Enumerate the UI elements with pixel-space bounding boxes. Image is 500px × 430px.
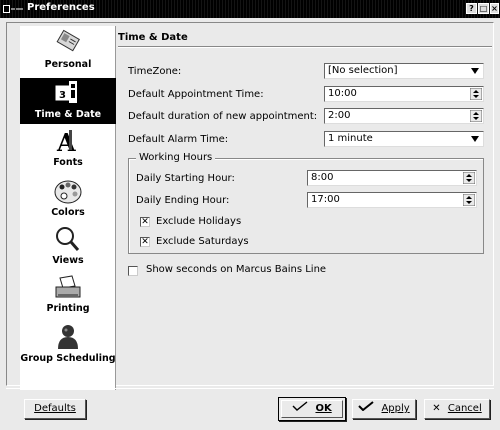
starting-hour-value: 8:00 [311,172,334,183]
sidebar-item-printing[interactable]: Printing [20,272,116,320]
sidebar-item-label: Fonts [53,157,83,168]
chevron-down-icon [471,68,479,74]
exclude-saturdays-label: Exclude Saturdays [156,236,249,247]
alarm-time-dropdown[interactable]: 1 minute [324,131,484,147]
duration-value: 2:00 [328,110,351,121]
show-seconds-label: Show seconds on Marcus Bains Line [146,264,327,275]
sidebar-item-label: Printing [46,303,90,314]
close-icon: ✕ [432,403,441,414]
close-button[interactable]: × [490,3,499,14]
help-button[interactable]: ? [466,3,477,14]
sidebar-item-label: Views [52,255,84,266]
apply-button[interactable]: Apply [352,399,416,419]
chevron-down-icon [471,136,479,142]
button-bar-separator [6,388,494,389]
spinner-arrows-icon[interactable] [470,88,482,100]
sidebar-item-fonts[interactable]: A Fonts [20,126,116,174]
alarm-time-value: 1 minute [328,133,373,144]
svg-text:A: A [56,128,76,156]
checkmark-icon [292,401,308,416]
group-person-icon [20,322,116,352]
working-hours-group: Working Hours Daily Starting Hour: 8:00 … [128,152,484,254]
appointment-time-label: Default Appointment Time: [128,89,264,100]
appointment-time-value: 10:00 [328,88,357,99]
window-menu-icon[interactable] [2,2,24,16]
alarm-time-label: Default Alarm Time: [128,134,229,145]
cancel-label: Cancel [447,403,482,414]
sidebar-item-time-date[interactable]: 3 Time & Date [20,78,116,124]
svg-text:3: 3 [59,90,66,101]
spinner-arrows-icon[interactable] [463,194,475,206]
sidebar-item-colors[interactable]: Colors [20,176,116,224]
sidebar-item-label: Time & Date [34,109,102,120]
fonts-icon: A [20,126,116,157]
duration-label: Default duration of new appointment: [128,111,318,122]
calendar-clock-icon: 3 [20,78,116,108]
ok-label: OK [315,403,332,414]
exclude-holidays-label: Exclude Holidays [156,216,242,227]
exclude-holidays-checkbox[interactable]: ✕ [140,217,150,227]
sidebar-item-group-scheduling[interactable]: Group Scheduling [20,322,116,370]
ending-hour-spinner[interactable]: 17:00 [307,192,477,208]
ending-hour-label: Daily Ending Hour: [136,195,230,206]
window-title: Preferences [27,2,95,13]
spinner-arrows-icon[interactable] [470,110,482,122]
duration-spinner[interactable]: 2:00 [324,108,484,124]
preferences-window: Preferences ? □ × Personal 3 Time & Date… [0,0,500,430]
defaults-button[interactable]: Defaults [24,399,86,419]
section-title: Time & Date [118,32,188,43]
timezone-dropdown[interactable]: [No selection] [324,63,484,79]
maximize-button[interactable]: □ [478,3,489,14]
starting-hour-label: Daily Starting Hour: [136,173,235,184]
ending-hour-value: 17:00 [311,194,340,205]
spinner-arrows-icon[interactable] [463,172,475,184]
printer-icon [20,272,116,302]
defaults-label: Defaults [34,403,76,414]
sidebar-item-personal[interactable]: Personal [20,28,116,78]
title-bar[interactable]: Preferences ? □ × [0,0,500,18]
personal-card-icon [20,28,116,58]
appointment-time-spinner[interactable]: 10:00 [324,86,484,102]
section-divider [118,46,492,48]
timezone-value: [No selection] [328,65,398,76]
timezone-label: TimeZone: [128,66,182,77]
starting-hour-spinner[interactable]: 8:00 [307,170,477,186]
sidebar-item-label: Group Scheduling [20,353,116,364]
settings-panel: Time & Date TimeZone: [No selection] Def… [118,26,494,388]
magnifier-icon [20,224,116,254]
category-sidebar: Personal 3 Time & Date A Fonts Colors Vi… [20,26,116,390]
checkmark-icon [358,400,374,418]
exclude-saturdays-checkbox[interactable]: ✕ [140,237,150,247]
show-seconds-checkbox[interactable] [128,266,138,276]
apply-label: Apply [381,403,410,414]
sidebar-item-views[interactable]: Views [20,224,116,272]
working-hours-legend: Working Hours [136,152,216,163]
ok-button[interactable]: OK [278,397,346,421]
sidebar-item-label: Colors [51,207,85,218]
cancel-button[interactable]: ✕ Cancel [424,399,490,419]
palette-icon [20,176,116,206]
sidebar-item-label: Personal [44,59,92,70]
